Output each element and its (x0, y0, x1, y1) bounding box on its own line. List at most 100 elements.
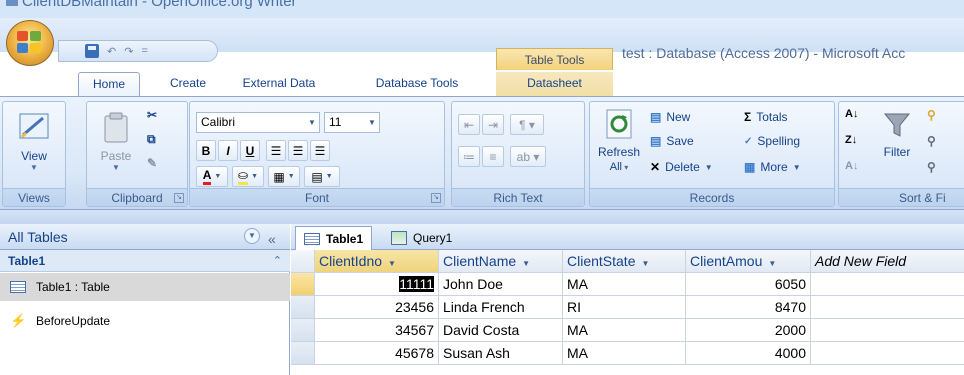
chevron-down-icon[interactable]: ▼ (244, 228, 260, 244)
decrease-indent-button[interactable]: ⇤ (458, 114, 480, 135)
cell-clientamou[interactable]: 4000 (686, 342, 811, 365)
cell-clientamou[interactable]: 2000 (686, 319, 811, 342)
cell-clientstate[interactable]: MA (563, 319, 686, 342)
column-header-clientstate[interactable]: ClientState ▼ (563, 250, 686, 273)
bold-button[interactable]: B (196, 140, 216, 161)
align-center-button[interactable]: ☰ (288, 140, 308, 161)
view-button[interactable]: View ▼ (11, 110, 57, 172)
tab-create[interactable]: Create (160, 72, 216, 96)
nav-pane-header[interactable]: All Tables ▼ « (0, 224, 290, 250)
record-selector[interactable] (291, 319, 315, 342)
tab-external-data[interactable]: External Data (234, 72, 324, 96)
filter-label: Filter (883, 145, 911, 159)
italic-button[interactable]: I (218, 140, 238, 161)
align-left-button[interactable]: ☰ (266, 140, 286, 161)
font-color-button[interactable]: A ▼ (196, 166, 228, 187)
font-launcher-icon[interactable]: ↘ (431, 193, 441, 203)
font-family-select[interactable]: Calibri ▼ (196, 112, 320, 133)
chevron-down-icon[interactable]: ▼ (768, 259, 776, 268)
nav-item-table1[interactable]: Table1 : Table (0, 273, 290, 301)
selection-filter-button[interactable]: ⚲ (927, 108, 936, 122)
tab-home[interactable]: Home (78, 72, 140, 96)
toggle-filter-button[interactable]: ⚲ (927, 160, 936, 174)
underline-button[interactable]: U (240, 140, 260, 161)
totals-button[interactable]: Σ Totals (744, 110, 788, 124)
chevron-down-icon[interactable]: ▼ (522, 259, 530, 268)
alternate-fill-button[interactable]: ▤ ▼ (304, 166, 340, 187)
new-record-button[interactable]: ▤ New (650, 110, 690, 124)
chevron-up-icon[interactable]: ⌃ (273, 250, 282, 272)
chevron-down-icon[interactable]: ▼ (641, 259, 649, 268)
font-size-select[interactable]: 11 ▼ (324, 112, 380, 133)
column-header-clientname[interactable]: ClientName ▼ (439, 250, 563, 273)
cell-clientname[interactable]: David Costa (439, 319, 563, 342)
cell-clientidno[interactable]: 11111 (315, 273, 439, 296)
sort-ascending-button[interactable]: A↓ (845, 108, 858, 120)
paste-button[interactable]: Paste ▼ (93, 110, 139, 172)
refresh-all-button[interactable]: Refresh All ▾ (594, 108, 644, 173)
nav-group-header[interactable]: Table1 ⌃ (0, 250, 290, 272)
add-new-field-header[interactable]: Add New Field (811, 250, 964, 273)
record-selector[interactable] (291, 273, 315, 296)
fill-color-button[interactable]: ⛀ ▼ (232, 166, 264, 187)
cell-clientstate[interactable]: MA (563, 273, 686, 296)
chevron-down-icon[interactable]: ▼ (388, 259, 396, 268)
doc-tab-table1[interactable]: Table1 (295, 226, 373, 250)
save-icon[interactable] (85, 44, 99, 58)
office-button[interactable] (6, 20, 54, 66)
cell-add-new-field[interactable] (811, 296, 964, 319)
save-record-button[interactable]: ▤ Save (650, 134, 694, 148)
filter-button[interactable]: Filter (875, 110, 919, 159)
cut-button[interactable]: ✂ (147, 108, 157, 122)
column-header-clientidno[interactable]: ClientIdno ▼ (315, 250, 439, 273)
record-selector[interactable] (291, 342, 315, 365)
clear-sort-button[interactable]: A↓ (845, 160, 858, 172)
cell-clientstate[interactable]: RI (563, 296, 686, 319)
increase-indent-button[interactable]: ⇥ (482, 114, 504, 135)
numbering-button[interactable]: ≔ (458, 146, 480, 167)
cell-clientname[interactable]: John Doe (439, 273, 563, 296)
cell-clientname[interactable]: Linda French (439, 296, 563, 319)
more-button[interactable]: ▦ More ▼ (744, 160, 801, 174)
cell-clientamou[interactable]: 8470 (686, 296, 811, 319)
tab-datasheet[interactable]: Datasheet (496, 72, 613, 96)
align-right-button[interactable]: ☰ (310, 140, 330, 161)
sort-descending-icon: Z↓ (845, 134, 858, 146)
cell-add-new-field[interactable] (811, 342, 964, 365)
advanced-filter-button[interactable]: ⚲ (927, 134, 936, 148)
group-rich-text: ⇤ ⇥ ¶ ▾ ≔ ≡ ab ▾ Rich Text (451, 101, 585, 207)
clipboard-launcher-icon[interactable]: ↘ (174, 193, 184, 203)
gridlines-button[interactable]: ▦ ▼ (268, 166, 300, 187)
cell-clientidno[interactable]: 45678 (315, 342, 439, 365)
tab-database-tools[interactable]: Database Tools (364, 72, 470, 96)
cell-clientidno[interactable]: 34567 (315, 319, 439, 342)
cell-clientstate[interactable]: MA (563, 342, 686, 365)
customize-qat-icon[interactable]: = (141, 45, 147, 57)
nav-item-beforeupdate[interactable]: ⚡ BeforeUpdate (0, 307, 290, 335)
doc-tab-query1[interactable]: Query1 (383, 226, 460, 250)
table-row: 23456 Linda French RI 8470 (291, 296, 964, 319)
column-header-clientamou[interactable]: ClientAmou ▼ (686, 250, 811, 273)
cell-add-new-field[interactable] (811, 319, 964, 342)
cell-clientidno[interactable]: 23456 (315, 296, 439, 319)
ribbon: View ▼ Views Paste ▼ ✂ ⧉ ✎ Clipboard ↘ C… (0, 96, 964, 210)
collapse-pane-icon[interactable]: « (268, 226, 276, 252)
spelling-button[interactable]: ✓ Spelling (744, 134, 800, 148)
copy-button[interactable]: ⧉ (147, 132, 156, 147)
text-direction-button[interactable]: ¶ ▾ (510, 114, 544, 135)
cell-clientamou[interactable]: 6050 (686, 273, 811, 296)
delete-record-button[interactable]: ✕ Delete ▼ (650, 160, 713, 174)
undo-icon[interactable]: ↶ (107, 45, 116, 58)
record-selector[interactable] (291, 296, 315, 319)
group-rich-text-label: Rich Text (452, 188, 584, 206)
column-header-label: ClientName (443, 253, 517, 269)
office-logo-icon (17, 31, 43, 55)
select-all-corner[interactable] (291, 250, 315, 273)
cell-clientname[interactable]: Susan Ash (439, 342, 563, 365)
highlight-button[interactable]: ab ▾ (510, 146, 546, 167)
bullets-button[interactable]: ≡ (482, 146, 504, 167)
cell-add-new-field[interactable] (811, 273, 964, 296)
redo-icon[interactable]: ↷ (124, 45, 133, 58)
sort-descending-button[interactable]: Z↓ (845, 134, 857, 146)
format-painter-button[interactable]: ✎ (147, 156, 157, 170)
